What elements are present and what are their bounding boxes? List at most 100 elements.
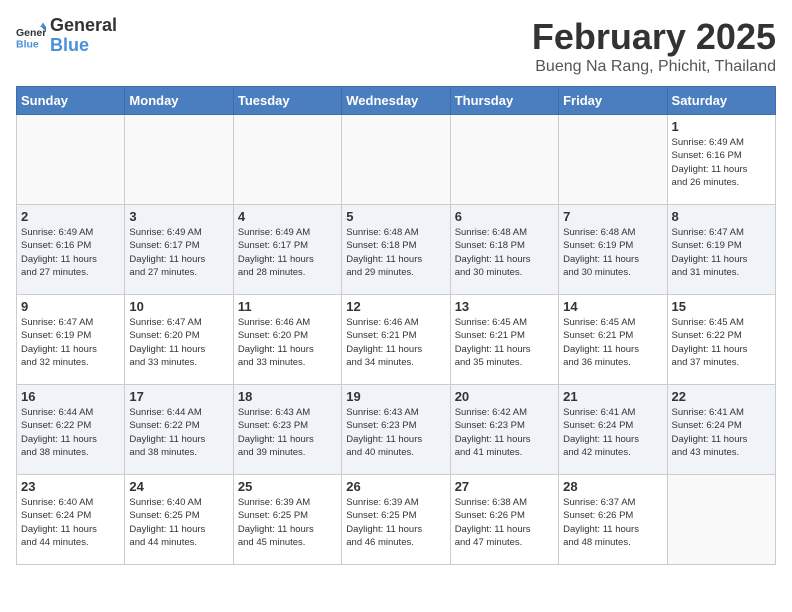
calendar-cell: [342, 115, 450, 205]
day-number: 18: [238, 389, 337, 404]
day-number: 11: [238, 299, 337, 314]
day-info: Sunrise: 6:39 AM Sunset: 6:25 PM Dayligh…: [238, 496, 337, 549]
calendar-cell: 13 Sunrise: 6:45 AM Sunset: 6:21 PM Dayli…: [450, 295, 558, 385]
day-number: 1: [672, 119, 771, 134]
calendar-week-3: 9 Sunrise: 6:47 AM Sunset: 6:19 PM Daylig…: [17, 295, 776, 385]
day-info: Sunrise: 6:37 AM Sunset: 6:26 PM Dayligh…: [563, 496, 662, 549]
calendar-week-5: 23 Sunrise: 6:40 AM Sunset: 6:24 PM Dayli…: [17, 475, 776, 565]
day-number: 14: [563, 299, 662, 314]
day-info: Sunrise: 6:42 AM Sunset: 6:23 PM Dayligh…: [455, 406, 554, 459]
day-number: 19: [346, 389, 445, 404]
day-info: Sunrise: 6:38 AM Sunset: 6:26 PM Dayligh…: [455, 496, 554, 549]
day-info: Sunrise: 6:40 AM Sunset: 6:25 PM Dayligh…: [129, 496, 228, 549]
day-number: 6: [455, 209, 554, 224]
day-info: Sunrise: 6:47 AM Sunset: 6:20 PM Dayligh…: [129, 316, 228, 369]
day-info: Sunrise: 6:45 AM Sunset: 6:21 PM Dayligh…: [563, 316, 662, 369]
calendar-cell: [17, 115, 125, 205]
svg-text:General: General: [16, 27, 46, 39]
calendar-cell: 8 Sunrise: 6:47 AM Sunset: 6:19 PM Daylig…: [667, 205, 775, 295]
calendar-cell: 23 Sunrise: 6:40 AM Sunset: 6:24 PM Dayli…: [17, 475, 125, 565]
calendar-cell: 12 Sunrise: 6:46 AM Sunset: 6:21 PM Dayli…: [342, 295, 450, 385]
calendar-cell: 22 Sunrise: 6:41 AM Sunset: 6:24 PM Dayli…: [667, 385, 775, 475]
day-info: Sunrise: 6:41 AM Sunset: 6:24 PM Dayligh…: [672, 406, 771, 459]
day-number: 27: [455, 479, 554, 494]
weekday-header-row: SundayMondayTuesdayWednesdayThursdayFrid…: [17, 87, 776, 115]
day-info: Sunrise: 6:49 AM Sunset: 6:17 PM Dayligh…: [129, 226, 228, 279]
calendar-cell: 28Sunrise: 6:37 AM Sunset: 6:26 PM Dayli…: [559, 475, 667, 565]
calendar-cell: 27 Sunrise: 6:38 AM Sunset: 6:26 PM Dayli…: [450, 475, 558, 565]
logo-icon: General Blue: [16, 21, 46, 51]
day-number: 9: [21, 299, 120, 314]
logo: General Blue General Blue: [16, 16, 117, 56]
calendar-cell: [125, 115, 233, 205]
day-number: 24: [129, 479, 228, 494]
calendar-week-1: 1 Sunrise: 6:49 AM Sunset: 6:16 PM Daylig…: [17, 115, 776, 205]
day-info: Sunrise: 6:46 AM Sunset: 6:20 PM Dayligh…: [238, 316, 337, 369]
day-info: Sunrise: 6:49 AM Sunset: 6:17 PM Dayligh…: [238, 226, 337, 279]
calendar-cell: 15Sunrise: 6:45 AM Sunset: 6:22 PM Dayli…: [667, 295, 775, 385]
calendar-cell: 6Sunrise: 6:48 AM Sunset: 6:18 PM Daylig…: [450, 205, 558, 295]
day-info: Sunrise: 6:48 AM Sunset: 6:18 PM Dayligh…: [346, 226, 445, 279]
day-info: Sunrise: 6:39 AM Sunset: 6:25 PM Dayligh…: [346, 496, 445, 549]
day-info: Sunrise: 6:49 AM Sunset: 6:16 PM Dayligh…: [672, 136, 771, 189]
title-section: February 2025 Bueng Na Rang, Phichit, Th…: [532, 16, 776, 76]
day-info: Sunrise: 6:46 AM Sunset: 6:21 PM Dayligh…: [346, 316, 445, 369]
day-info: Sunrise: 6:49 AM Sunset: 6:16 PM Dayligh…: [21, 226, 120, 279]
header: General Blue General Blue February 2025 …: [16, 16, 776, 76]
calendar-cell: 5 Sunrise: 6:48 AM Sunset: 6:18 PM Daylig…: [342, 205, 450, 295]
day-number: 8: [672, 209, 771, 224]
day-info: Sunrise: 6:43 AM Sunset: 6:23 PM Dayligh…: [346, 406, 445, 459]
day-number: 21: [563, 389, 662, 404]
day-number: 12: [346, 299, 445, 314]
logo-general: General: [50, 16, 117, 36]
day-number: 2: [21, 209, 120, 224]
month-year-title: February 2025: [532, 16, 776, 58]
calendar-cell: 1 Sunrise: 6:49 AM Sunset: 6:16 PM Daylig…: [667, 115, 775, 205]
day-info: Sunrise: 6:47 AM Sunset: 6:19 PM Dayligh…: [672, 226, 771, 279]
day-info: Sunrise: 6:45 AM Sunset: 6:22 PM Dayligh…: [672, 316, 771, 369]
weekday-header-tuesday: Tuesday: [233, 87, 341, 115]
day-info: Sunrise: 6:45 AM Sunset: 6:21 PM Dayligh…: [455, 316, 554, 369]
day-number: 3: [129, 209, 228, 224]
day-number: 17: [129, 389, 228, 404]
weekday-header-wednesday: Wednesday: [342, 87, 450, 115]
calendar-cell: [667, 475, 775, 565]
day-number: 22: [672, 389, 771, 404]
calendar-cell: [233, 115, 341, 205]
calendar-week-4: 16Sunrise: 6:44 AM Sunset: 6:22 PM Dayli…: [17, 385, 776, 475]
calendar-week-2: 2 Sunrise: 6:49 AM Sunset: 6:16 PM Daylig…: [17, 205, 776, 295]
calendar-cell: 10 Sunrise: 6:47 AM Sunset: 6:20 PM Dayli…: [125, 295, 233, 385]
day-info: Sunrise: 6:47 AM Sunset: 6:19 PM Dayligh…: [21, 316, 120, 369]
calendar-cell: 21Sunrise: 6:41 AM Sunset: 6:24 PM Dayli…: [559, 385, 667, 475]
calendar-cell: 2 Sunrise: 6:49 AM Sunset: 6:16 PM Daylig…: [17, 205, 125, 295]
weekday-header-thursday: Thursday: [450, 87, 558, 115]
calendar-cell: 25 Sunrise: 6:39 AM Sunset: 6:25 PM Dayli…: [233, 475, 341, 565]
calendar-cell: 24 Sunrise: 6:40 AM Sunset: 6:25 PM Dayli…: [125, 475, 233, 565]
day-number: 4: [238, 209, 337, 224]
weekday-header-saturday: Saturday: [667, 87, 775, 115]
location-subtitle: Bueng Na Rang, Phichit, Thailand: [532, 58, 776, 76]
day-number: 26: [346, 479, 445, 494]
day-number: 7: [563, 209, 662, 224]
weekday-header-friday: Friday: [559, 87, 667, 115]
logo-blue: Blue: [50, 36, 117, 56]
day-number: 5: [346, 209, 445, 224]
day-number: 23: [21, 479, 120, 494]
calendar-cell: 7Sunrise: 6:48 AM Sunset: 6:19 PM Daylig…: [559, 205, 667, 295]
day-info: Sunrise: 6:44 AM Sunset: 6:22 PM Dayligh…: [21, 406, 120, 459]
day-number: 10: [129, 299, 228, 314]
calendar-cell: [559, 115, 667, 205]
calendar-cell: 16Sunrise: 6:44 AM Sunset: 6:22 PM Dayli…: [17, 385, 125, 475]
day-info: Sunrise: 6:40 AM Sunset: 6:24 PM Dayligh…: [21, 496, 120, 549]
calendar-cell: 3 Sunrise: 6:49 AM Sunset: 6:17 PM Daylig…: [125, 205, 233, 295]
svg-text:Blue: Blue: [16, 38, 39, 50]
day-number: 13: [455, 299, 554, 314]
calendar-cell: [450, 115, 558, 205]
calendar-cell: 19 Sunrise: 6:43 AM Sunset: 6:23 PM Dayli…: [342, 385, 450, 475]
calendar-cell: 14 Sunrise: 6:45 AM Sunset: 6:21 PM Dayli…: [559, 295, 667, 385]
day-info: Sunrise: 6:44 AM Sunset: 6:22 PM Dayligh…: [129, 406, 228, 459]
day-number: 20: [455, 389, 554, 404]
day-number: 25: [238, 479, 337, 494]
calendar-cell: 11 Sunrise: 6:46 AM Sunset: 6:20 PM Dayli…: [233, 295, 341, 385]
calendar-cell: 17 Sunrise: 6:44 AM Sunset: 6:22 PM Dayli…: [125, 385, 233, 475]
